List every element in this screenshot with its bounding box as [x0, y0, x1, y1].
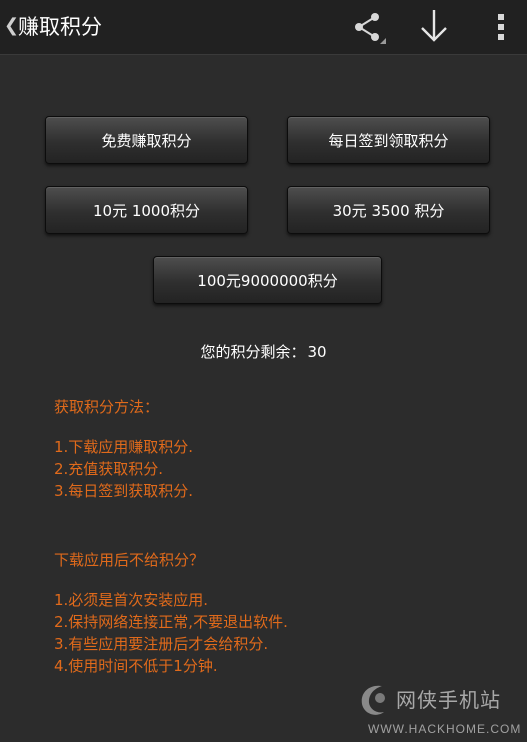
- methods-item: 3.每日签到获取积分.: [54, 482, 194, 500]
- watermark: 网侠手机站 WWW.HACKHOME.COM: [356, 678, 526, 742]
- faq-item: 3.有些应用要注册后才会给积分.: [54, 635, 269, 653]
- faq-item: 4.使用时间不低于1分钟.: [54, 657, 218, 675]
- points-remaining: 您的积分剩余： 30: [0, 341, 527, 362]
- back-icon[interactable]: ❮: [4, 16, 19, 36]
- buy-9000000-points-button[interactable]: 100元9000000积分: [153, 256, 382, 304]
- faq-item: 1.必须是首次安装应用.: [54, 591, 209, 609]
- methods-title: 获取积分方法：: [54, 398, 160, 416]
- methods-section: 获取积分方法： 1.下载应用赚取积分. 2.充值获取积分. 3.每日签到获取积分…: [54, 396, 193, 502]
- action-bar: ❮ 赚取积分: [0, 0, 527, 55]
- download-icon[interactable]: [418, 8, 450, 44]
- share-icon[interactable]: [352, 10, 386, 44]
- faq-item: 2.保持网络连接正常,不要退出软件.: [54, 613, 288, 631]
- page-title[interactable]: 赚取积分: [18, 12, 102, 42]
- points-remaining-value: 30: [307, 343, 327, 361]
- faq-section: 下载应用后不给积分？ 1.必须是首次安装应用. 2.保持网络连接正常,不要退出软…: [54, 549, 288, 677]
- methods-item: 2.充值获取积分.: [54, 460, 164, 478]
- free-earn-points-button[interactable]: 免费赚取积分: [45, 116, 248, 164]
- buy-3500-points-button[interactable]: 30元 3500 积分: [287, 186, 490, 234]
- overflow-menu-icon[interactable]: [492, 10, 510, 44]
- methods-item: 1.下载应用赚取积分.: [54, 438, 194, 456]
- watermark-name: 网侠手机站: [396, 688, 501, 712]
- watermark-url: WWW.HACKHOME.COM: [368, 722, 522, 736]
- points-remaining-label: 您的积分剩余：: [200, 343, 306, 361]
- watermark-logo-icon: [361, 685, 385, 715]
- buy-1000-points-button[interactable]: 10元 1000积分: [45, 186, 248, 234]
- faq-title: 下载应用后不给积分？: [54, 551, 205, 569]
- daily-checkin-button[interactable]: 每日签到领取积分: [287, 116, 490, 164]
